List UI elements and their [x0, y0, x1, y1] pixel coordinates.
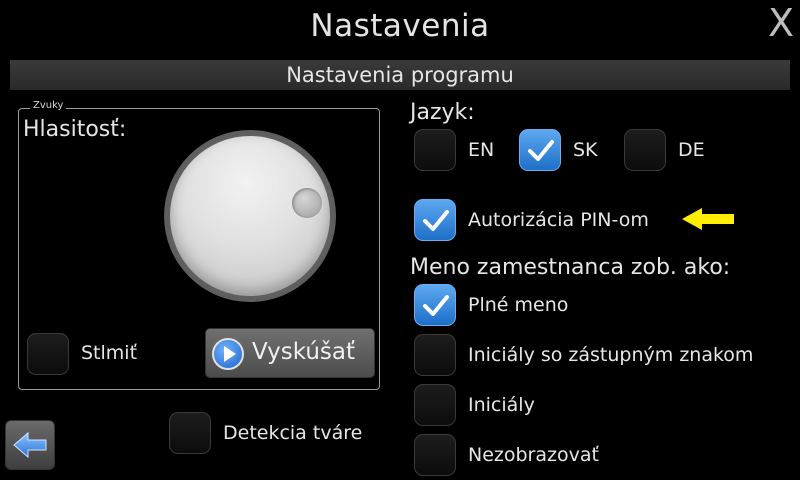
mute-label: Stlmiť: [81, 342, 138, 364]
checkmark-icon: [423, 295, 449, 316]
pin-auth-checkbox[interactable]: [414, 199, 456, 241]
language-sk-checkbox[interactable]: [519, 129, 561, 171]
back-arrow-icon: [13, 431, 47, 459]
language-en-checkbox[interactable]: [414, 129, 456, 171]
face-detection-label: Detekcia tváre: [223, 422, 363, 444]
section-title: Nastavenia programu: [10, 60, 790, 90]
name-initials-wildcard-label: Iniciály so zástupným znakom: [468, 344, 754, 366]
language-de-label: DE: [678, 139, 705, 161]
language-heading: Jazyk:: [410, 100, 475, 125]
name-full-checkbox[interactable]: [414, 284, 456, 326]
name-hidden-label: Nezobrazovať: [468, 444, 599, 466]
try-sound-label: Vyskúšať: [252, 339, 355, 365]
face-detection-checkbox[interactable]: [169, 412, 211, 454]
yellow-arrow-icon: [682, 208, 734, 230]
volume-label: Hlasitosť:: [23, 117, 127, 142]
sound-group-label: Zvuky: [30, 100, 67, 111]
checkmark-icon: [528, 140, 554, 161]
employee-name-heading: Meno zamestnanca zob. ako:: [410, 255, 731, 280]
page-title: Nastavenia: [310, 8, 490, 44]
try-sound-button[interactable]: Vyskúšať: [205, 328, 375, 378]
language-de-checkbox[interactable]: [624, 129, 666, 171]
pin-auth-label: Autorizácia PIN-om: [468, 209, 649, 231]
name-initials-wildcard-checkbox[interactable]: [414, 334, 456, 376]
name-initials-label: Iniciály: [468, 394, 535, 416]
name-full-label: Plné meno: [468, 294, 569, 316]
close-icon[interactable]: X: [768, 4, 794, 42]
language-en-label: EN: [468, 139, 495, 161]
play-icon: [212, 338, 244, 370]
name-initials-checkbox[interactable]: [414, 384, 456, 426]
name-hidden-checkbox[interactable]: [414, 434, 456, 476]
language-sk-label: SK: [573, 139, 598, 161]
back-button[interactable]: [5, 420, 55, 470]
mute-checkbox[interactable]: [27, 333, 69, 375]
volume-knob-indicator: [292, 188, 322, 218]
checkmark-icon: [423, 210, 449, 231]
